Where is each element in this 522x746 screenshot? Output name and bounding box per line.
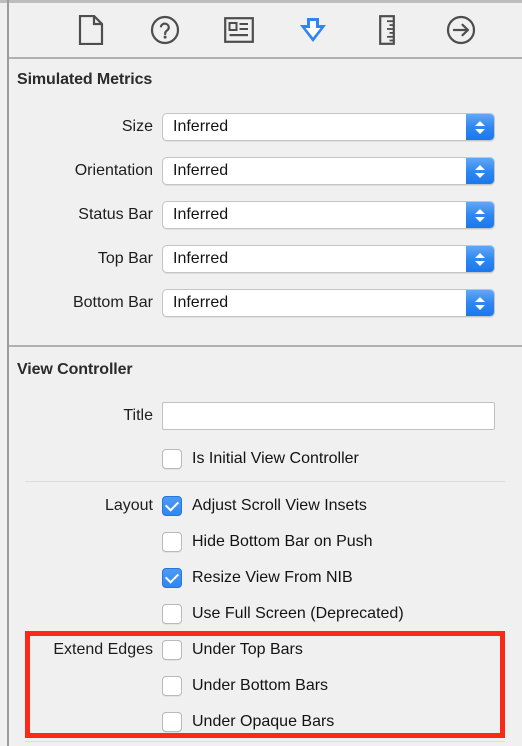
checkbox-is-initial-view-controller[interactable] xyxy=(162,448,182,469)
row-top-bar: Top Bar Inferred xyxy=(9,244,522,274)
label-status-bar: Status Bar xyxy=(78,206,153,223)
row-size: Size Inferred xyxy=(9,112,522,142)
checkbox-use-full-screen[interactable] xyxy=(162,603,182,624)
file-inspector-icon[interactable] xyxy=(74,13,108,47)
inspector-toolbar xyxy=(9,3,522,57)
popup-top-bar-stepper-icon[interactable] xyxy=(466,246,494,272)
label-resize-view-from-nib: Resize View From NIB xyxy=(192,568,353,586)
connections-inspector-icon[interactable] xyxy=(444,13,478,47)
popup-size-stepper-icon[interactable] xyxy=(466,114,494,140)
row-bottom-bar: Bottom Bar Inferred xyxy=(9,288,522,318)
title-input[interactable] xyxy=(162,402,495,430)
row-adjust-scroll-view-insets: Layout Adjust Scroll View Insets xyxy=(9,491,522,520)
popup-status-bar-stepper-icon[interactable] xyxy=(466,202,494,228)
label-bottom-bar: Bottom Bar xyxy=(72,294,153,311)
label-under-top-bars: Under Top Bars xyxy=(192,640,303,658)
popup-orientation-value: Inferred xyxy=(173,162,229,179)
row-under-top-bars: Extend Edges Under Top Bars xyxy=(9,635,522,664)
checkbox-under-opaque-bars[interactable] xyxy=(162,711,182,732)
identity-inspector-icon[interactable] xyxy=(222,13,256,47)
checkbox-adjust-scroll-view-insets[interactable] xyxy=(162,495,182,516)
simulated-metrics-heading: Simulated Metrics xyxy=(17,71,153,88)
popup-size[interactable]: Inferred xyxy=(162,113,495,141)
label-under-opaque-bars: Under Opaque Bars xyxy=(192,712,335,730)
row-status-bar: Status Bar Inferred xyxy=(9,200,522,230)
label-orientation: Orientation xyxy=(74,162,153,179)
label-is-initial-view-controller: Is Initial View Controller xyxy=(192,449,359,467)
label-hide-bottom-bar-on-push: Hide Bottom Bar on Push xyxy=(192,532,373,550)
row-hide-bottom-bar-on-push: Hide Bottom Bar on Push xyxy=(9,527,522,556)
label-extend-edges: Extend Edges xyxy=(53,640,153,658)
checkbox-hide-bottom-bar-on-push[interactable] xyxy=(162,531,182,552)
popup-status-bar[interactable]: Inferred xyxy=(162,201,495,229)
checkbox-under-bottom-bars[interactable] xyxy=(162,675,182,696)
label-layout: Layout xyxy=(104,496,153,514)
label-under-bottom-bars: Under Bottom Bars xyxy=(192,676,329,694)
popup-status-bar-value: Inferred xyxy=(173,206,229,223)
view-controller-inner-separator xyxy=(25,481,505,482)
row-use-full-screen: Use Full Screen (Deprecated) xyxy=(9,599,522,628)
extend-edges-bottom-separator xyxy=(25,741,505,742)
toolbar-bottom-separator xyxy=(9,57,522,59)
label-size: Size xyxy=(121,118,153,135)
label-title: Title xyxy=(123,407,153,424)
popup-top-bar[interactable]: Inferred xyxy=(162,245,495,273)
row-title: Title xyxy=(9,401,522,431)
row-is-initial-view-controller: Is Initial View Controller xyxy=(9,444,522,473)
view-controller-heading: View Controller xyxy=(17,361,133,378)
popup-bottom-bar-value: Inferred xyxy=(173,294,229,311)
attributes-inspector-icon[interactable] xyxy=(296,13,330,47)
simulated-metrics-bottom-separator xyxy=(9,345,522,347)
quick-help-inspector-icon[interactable] xyxy=(148,13,182,47)
checkbox-resize-view-from-nib[interactable] xyxy=(162,567,182,588)
row-orientation: Orientation Inferred xyxy=(9,156,522,186)
size-inspector-icon[interactable] xyxy=(370,13,404,47)
label-top-bar: Top Bar xyxy=(97,250,153,267)
popup-size-value: Inferred xyxy=(173,118,229,135)
popup-top-bar-value: Inferred xyxy=(173,250,229,267)
row-under-opaque-bars: Under Opaque Bars xyxy=(9,707,522,736)
label-use-full-screen: Use Full Screen (Deprecated) xyxy=(192,604,404,622)
panel-left-gutter xyxy=(0,3,7,746)
row-under-bottom-bars: Under Bottom Bars xyxy=(9,671,522,700)
label-adjust-scroll-view-insets: Adjust Scroll View Insets xyxy=(192,496,367,514)
row-resize-view-from-nib: Resize View From NIB xyxy=(9,563,522,592)
popup-bottom-bar-stepper-icon[interactable] xyxy=(466,290,494,316)
popup-orientation[interactable]: Inferred xyxy=(162,157,495,185)
popup-bottom-bar[interactable]: Inferred xyxy=(162,289,495,317)
checkbox-under-top-bars[interactable] xyxy=(162,639,182,660)
popup-orientation-stepper-icon[interactable] xyxy=(466,158,494,184)
attributes-inspector-panel: Simulated Metrics Size Inferred Orientat… xyxy=(0,0,522,746)
